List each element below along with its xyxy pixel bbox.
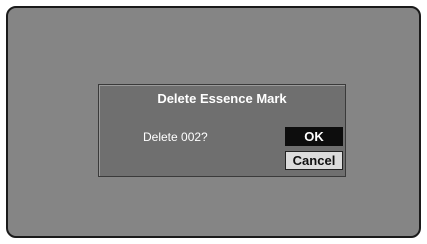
- delete-essence-mark-dialog: Delete Essence Mark Delete 002? OK Cance…: [98, 84, 346, 177]
- ok-button[interactable]: OK: [285, 127, 343, 146]
- dialog-message: Delete 002?: [143, 130, 208, 144]
- cancel-button[interactable]: Cancel: [285, 151, 343, 170]
- screen-panel: Delete Essence Mark Delete 002? OK Cance…: [6, 6, 421, 238]
- dialog-title: Delete Essence Mark: [157, 91, 287, 106]
